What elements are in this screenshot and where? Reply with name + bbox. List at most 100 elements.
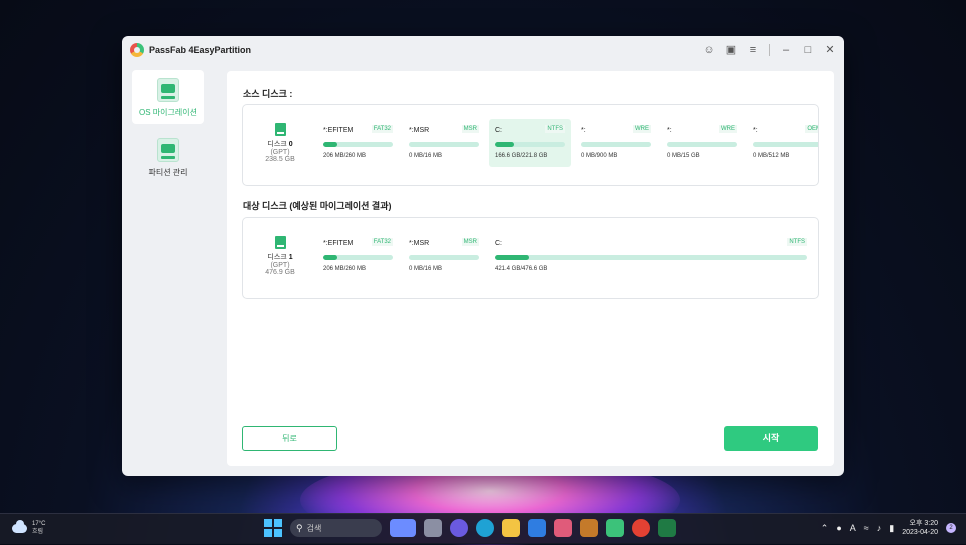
partition-item[interactable]: C: NTFS 421.4 GB/476.6 GB bbox=[489, 232, 813, 280]
close-icon[interactable]: ✕ bbox=[822, 42, 838, 58]
cloud-icon bbox=[12, 519, 27, 533]
partition-fs-badge: MSR bbox=[461, 125, 479, 133]
sidebar-item-partition-management[interactable]: 파티션 관리 bbox=[132, 130, 204, 184]
partition-item[interactable]: C: NTFS 166.6 GB/221.8 GB bbox=[489, 119, 571, 167]
system-tray: ⌃ ● A ≈ ♪ ▮ 오후 3:20 2023-04-20 2 bbox=[821, 519, 956, 537]
target-disk-title: 대상 디스크 (예상된 마이그레이션 결과) bbox=[243, 201, 392, 211]
sidebar: OS 마이그레이션 파티션 관리 bbox=[132, 70, 208, 466]
passfab-logo-icon bbox=[130, 43, 144, 57]
partition-item[interactable]: *:MSR MSR 0 MB/16 MB bbox=[403, 119, 485, 167]
taskbar-search[interactable]: ⚲ 검색 bbox=[290, 519, 382, 537]
start-button[interactable]: 시작 bbox=[724, 426, 818, 451]
target-disk-info[interactable]: 디스크 1 (GPT) 476.9 GB bbox=[257, 236, 303, 276]
title-bar: PassFab 4EasyPartition ☺ ▣ ≡ – □ ✕ bbox=[122, 36, 844, 64]
partition-size: 0 MB/16 MB bbox=[409, 153, 443, 159]
partition-name: C: bbox=[495, 127, 502, 134]
partition-usage-bar bbox=[753, 142, 818, 147]
partition-usage-bar bbox=[495, 255, 807, 260]
menu-icon[interactable]: ≡ bbox=[745, 42, 761, 58]
file-explorer-icon[interactable] bbox=[502, 519, 520, 537]
partition-size: 0 MB/512 MB bbox=[753, 153, 790, 159]
back-button[interactable]: 뒤로 bbox=[242, 426, 337, 451]
passfab-taskbar-icon[interactable] bbox=[606, 519, 624, 537]
partition-fs-badge: WRE bbox=[633, 125, 651, 133]
target-disk-panel: 디스크 1 (GPT) 476.9 GB *:EFITEM FAT32 206 MB… bbox=[242, 217, 819, 299]
weather-condition: 흐림 bbox=[32, 529, 44, 535]
partition-fs-badge: NTFS bbox=[787, 238, 807, 246]
mail-icon[interactable] bbox=[528, 519, 546, 537]
teams-chat-icon[interactable] bbox=[450, 519, 468, 537]
partition-usage-fill bbox=[323, 142, 337, 147]
excel-icon[interactable] bbox=[658, 519, 676, 537]
chevron-up-icon[interactable]: ⌃ bbox=[821, 523, 829, 534]
input-language[interactable]: A bbox=[850, 523, 856, 533]
clock-time: 오후 3:20 bbox=[909, 520, 938, 527]
partition-item[interactable]: *: WRE 0 MB/15 GB bbox=[661, 119, 743, 167]
app-title: PassFab 4EasyPartition bbox=[149, 45, 252, 55]
partition-name: *:EFITEM bbox=[323, 127, 354, 134]
sidebar-item-os-migration[interactable]: OS 마이그레이션 bbox=[132, 70, 204, 124]
partition-name: *:MSR bbox=[409, 127, 430, 134]
disk-icon bbox=[274, 123, 286, 136]
partition-size: 0 MB/16 MB bbox=[409, 266, 443, 272]
battery-icon[interactable]: ▮ bbox=[889, 523, 894, 534]
user-icon[interactable]: ☺ bbox=[701, 42, 717, 58]
partition-fs-badge: OEM bbox=[805, 125, 818, 133]
sync-app-icon[interactable] bbox=[554, 519, 572, 537]
disk-size: 238.5 GB bbox=[265, 156, 295, 163]
partition-name: *: bbox=[581, 127, 586, 134]
disk-migration-icon bbox=[157, 78, 179, 102]
partition-usage-fill bbox=[495, 142, 514, 147]
partition-item[interactable]: *: OEM 0 MB/512 MB bbox=[747, 119, 818, 167]
chrome-icon[interactable] bbox=[632, 519, 650, 537]
maximize-icon[interactable]: □ bbox=[800, 42, 816, 58]
partition-item[interactable]: *:EFITEM FAT32 206 MB/260 MB bbox=[317, 232, 399, 280]
partition-usage-bar bbox=[581, 142, 651, 147]
feedback-icon[interactable]: ▣ bbox=[723, 42, 739, 58]
weather-widget[interactable]: 17°C 흐림 bbox=[12, 519, 45, 536]
edge-browser-icon[interactable] bbox=[476, 519, 494, 537]
disk-size: 476.9 GB bbox=[265, 269, 295, 276]
task-view-icon[interactable] bbox=[424, 519, 442, 537]
disk-name: 디스크 1 bbox=[267, 254, 293, 261]
taskbar-apps: ⚲ 검색 bbox=[264, 519, 676, 537]
minimize-icon[interactable]: – bbox=[778, 42, 794, 58]
partition-fs-badge: WRE bbox=[719, 125, 737, 133]
volume-icon[interactable]: ♪ bbox=[877, 523, 882, 533]
partition-usage-bar bbox=[409, 255, 479, 260]
disk-type: (GPT) bbox=[270, 149, 290, 156]
sidebar-item-label: OS 마이그레이션 bbox=[139, 108, 197, 117]
source-disk-panel: 디스크 0 (GPT) 238.5 GB *:EFITEM FAT32 206 MB… bbox=[242, 104, 819, 186]
partition-item[interactable]: *:EFITEM FAT32 206 MB/260 MB bbox=[317, 119, 399, 167]
clock-date: 2023-04-20 bbox=[902, 529, 938, 536]
partition-usage-fill bbox=[495, 255, 530, 260]
notification-badge[interactable]: 2 bbox=[946, 523, 956, 533]
partition-usage-bar bbox=[323, 255, 393, 260]
partition-fs-badge: NTFS bbox=[545, 125, 565, 133]
partition-fs-badge: FAT32 bbox=[371, 125, 393, 133]
partition-usage-bar bbox=[495, 142, 565, 147]
taskbar: 17°C 흐림 ⚲ 검색 ⌃ ● A ≈ ♪ ▮ 오후 3:20 2023-04… bbox=[0, 513, 966, 544]
disk-icon bbox=[274, 236, 286, 249]
partition-size: 0 MB/900 MB bbox=[581, 153, 618, 159]
clock[interactable]: 오후 3:20 2023-04-20 bbox=[902, 519, 938, 537]
partition-size: 206 MB/260 MB bbox=[323, 153, 367, 159]
partition-name: C: bbox=[495, 240, 502, 247]
tray-app-icon[interactable]: ● bbox=[836, 523, 841, 533]
partition-size: 0 MB/15 GB bbox=[667, 153, 700, 159]
partition-name: *:MSR bbox=[409, 240, 430, 247]
windows-start-icon[interactable] bbox=[264, 519, 282, 537]
partition-usage-fill bbox=[323, 255, 337, 260]
wifi-icon[interactable]: ≈ bbox=[864, 523, 869, 533]
source-disk-info[interactable]: 디스크 0 (GPT) 238.5 GB bbox=[257, 123, 303, 163]
disk-type: (GPT) bbox=[270, 262, 290, 269]
partition-item[interactable]: *:MSR MSR 0 MB/16 MB bbox=[403, 232, 485, 280]
titlebar-divider bbox=[769, 44, 770, 56]
winrar-icon[interactable] bbox=[580, 519, 598, 537]
search-icon: ⚲ bbox=[296, 522, 303, 533]
app-window: PassFab 4EasyPartition ☺ ▣ ≡ – □ ✕ OS 마이… bbox=[122, 36, 844, 476]
partition-usage-bar bbox=[409, 142, 479, 147]
widgets-icon[interactable] bbox=[390, 519, 416, 537]
partition-item[interactable]: *: WRE 0 MB/900 MB bbox=[575, 119, 657, 167]
partition-name: *: bbox=[667, 127, 672, 134]
